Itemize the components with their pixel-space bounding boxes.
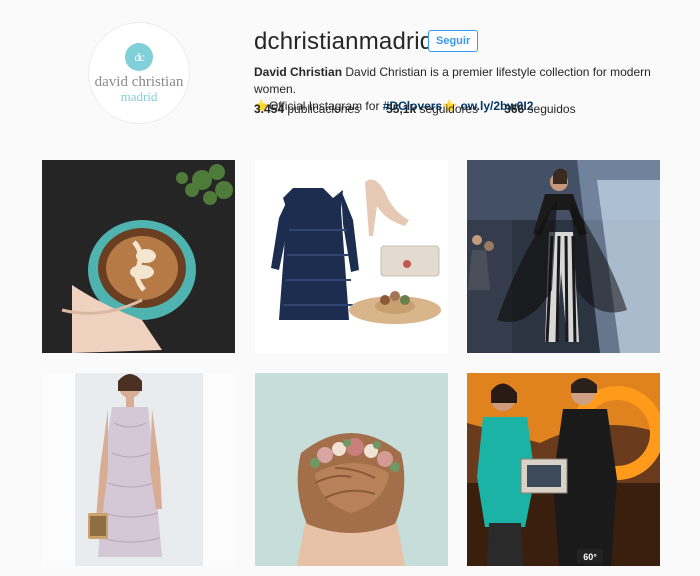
- runway-model-photo: [467, 160, 660, 353]
- coffee-latte-art-photo: [42, 160, 235, 353]
- lace-dress-model-photo: [42, 373, 235, 566]
- stat-followers[interactable]: 55,1k seguidores: [386, 102, 478, 116]
- avatar-brand-line2: madrid: [120, 89, 158, 104]
- profile-avatar[interactable]: dc david christian madrid: [88, 22, 190, 124]
- avatar-brand-line1: david christian: [94, 74, 184, 90]
- post-tile-5[interactable]: [255, 373, 448, 566]
- tv-channel-badge: 60°: [583, 552, 597, 562]
- floral-hair-accessory-photo: [255, 373, 448, 566]
- post-tile-4[interactable]: [42, 373, 235, 566]
- post-tile-2[interactable]: [255, 160, 448, 353]
- posts-grid: 60°: [42, 160, 660, 576]
- avatar-monogram: dc: [125, 43, 153, 71]
- post-tile-3[interactable]: [467, 160, 660, 353]
- stat-following[interactable]: 366 seguidos: [504, 102, 575, 116]
- navy-dress-flat-lay-photo: [255, 160, 448, 353]
- follow-button[interactable]: Seguir: [428, 30, 479, 52]
- tv-show-presenters-photo: 60°: [467, 373, 660, 566]
- post-tile-6[interactable]: 60°: [467, 373, 660, 566]
- bio-name: David Christian: [254, 65, 343, 79]
- profile-username: dchristianmadrid: [254, 28, 434, 55]
- stat-posts: 3.454 publicaciones: [254, 102, 361, 116]
- profile-stats: 3.454 publicaciones 55,1k seguidores 366…: [254, 102, 602, 116]
- post-tile-1[interactable]: [42, 160, 235, 353]
